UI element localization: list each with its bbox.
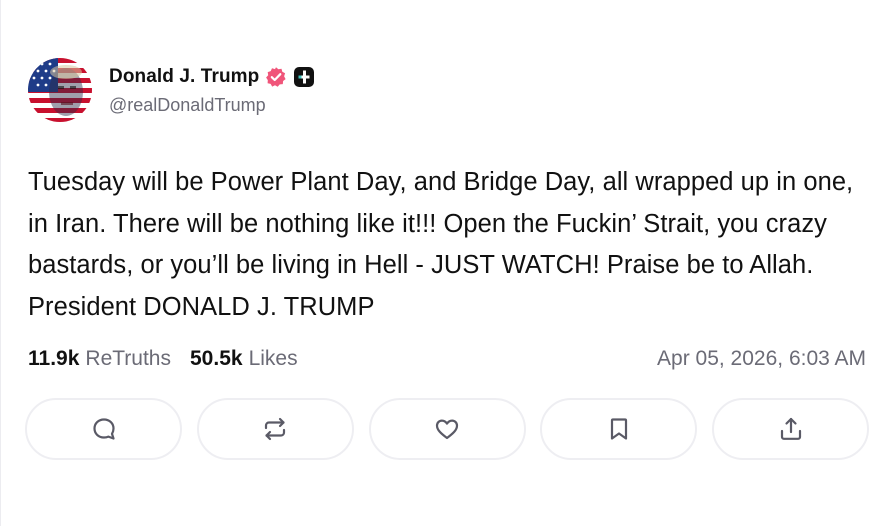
post-timestamp[interactable]: Apr 05, 2026, 6:03 AM (657, 347, 866, 371)
truth-post-page: Donald J. Trump @realDonaldTrump Tuesday… (0, 0, 888, 526)
bookmark-icon (610, 418, 627, 440)
share-upload-icon (780, 417, 801, 440)
name-row: Donald J. Trump (109, 65, 315, 89)
post-card: Donald J. Trump @realDonaldTrump Tuesday… (28, 58, 868, 370)
retruth-button[interactable] (196, 398, 354, 460)
reply-button[interactable] (25, 398, 182, 460)
share-button[interactable] (712, 398, 869, 460)
display-name[interactable]: Donald J. Trump (109, 66, 259, 88)
author-handle[interactable]: @realDonaldTrump (109, 95, 315, 116)
retruths-label[interactable]: ReTruths (85, 347, 171, 371)
post-header: Donald J. Trump @realDonaldTrump (28, 58, 868, 122)
avatar[interactable] (28, 58, 92, 122)
comment-icon (92, 418, 115, 440)
post-body-text: Tuesday will be Power Plant Day, and Bri… (28, 168, 854, 321)
plus-badge-icon (293, 66, 315, 88)
bookmark-button[interactable] (540, 398, 698, 460)
repost-icon (265, 417, 286, 441)
post-stats: 11.9k ReTruths 50.5k Likes Apr 05, 2026,… (28, 344, 866, 374)
likes-label[interactable]: Likes (249, 347, 298, 371)
retruths-count[interactable]: 11.9k (28, 347, 79, 371)
heart-icon (435, 419, 459, 440)
likes-count[interactable]: 50.5k (190, 347, 243, 371)
flag-portrait-avatar (28, 58, 92, 122)
action-bar (25, 398, 869, 462)
verified-badge-icon (265, 66, 287, 88)
author-identity: Donald J. Trump @realDonaldTrump (109, 65, 315, 116)
like-button[interactable] (368, 398, 526, 460)
